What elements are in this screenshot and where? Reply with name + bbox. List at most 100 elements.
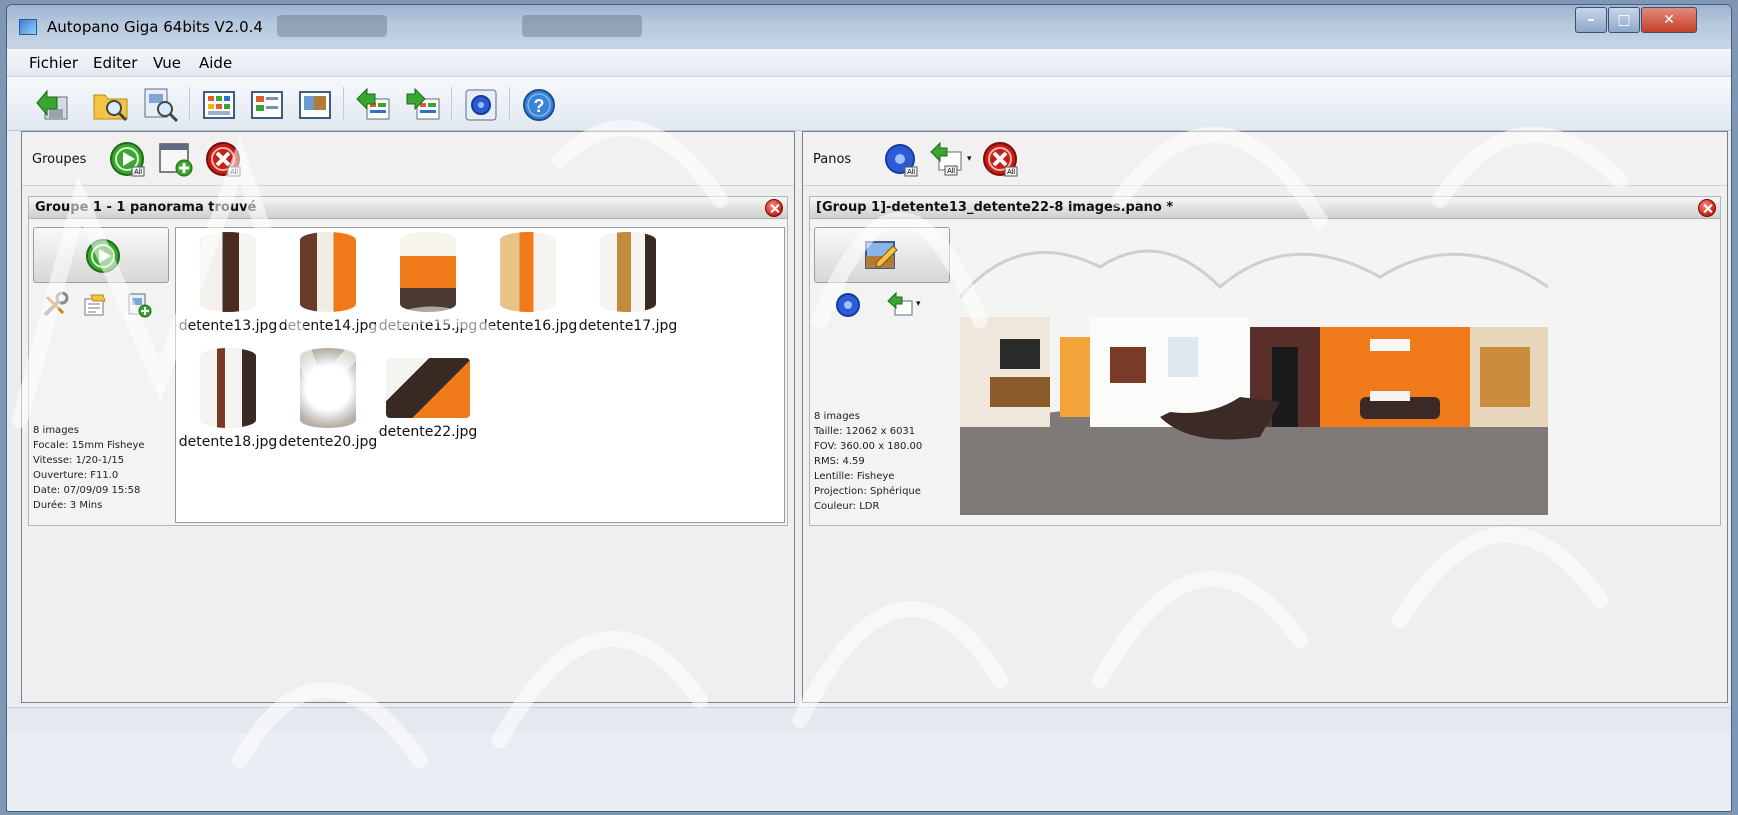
- export-icon[interactable]: [886, 291, 914, 319]
- image-filename: detente18.jpg: [178, 434, 278, 450]
- add-images-icon[interactable]: [125, 291, 153, 319]
- layout-preview-icon[interactable]: [295, 85, 335, 125]
- app-icon: [19, 19, 37, 35]
- info-line: Vitesse: 1/20-1/15: [33, 455, 125, 466]
- image-filename: detente15.jpg: [378, 318, 478, 334]
- import-icon[interactable]: [403, 85, 443, 125]
- delete-all-panos-button[interactable]: All: [981, 140, 1019, 178]
- open-folder-icon[interactable]: [91, 85, 131, 125]
- pano-title: [Group 1]-detente13_detente22-8 images.p…: [816, 200, 1174, 215]
- save-icon[interactable]: [33, 85, 73, 125]
- info-line: 8 images: [814, 411, 860, 422]
- play-icon: [86, 239, 120, 273]
- toolbar-separator: [189, 87, 190, 121]
- export-all-button[interactable]: All: [927, 140, 965, 178]
- panos-panel: Panos All All ▾ All [Group 1]-detente13_…: [802, 131, 1728, 703]
- svg-text:?: ?: [534, 96, 545, 116]
- dropdown-arrow-icon[interactable]: ▾: [967, 154, 972, 164]
- minimize-button[interactable]: –: [1575, 7, 1607, 33]
- image-filename: detente20.jpg: [278, 434, 378, 450]
- image-filename: detente22.jpg: [378, 424, 478, 440]
- svg-text:All: All: [1007, 169, 1015, 176]
- svg-text:All: All: [907, 169, 915, 176]
- app-window: Autopano Giga 64bits V2.0.4 – □ ✕ Fichie…: [6, 4, 1732, 812]
- image-filename: detente16.jpg: [478, 318, 578, 334]
- settings-tools-icon[interactable]: [41, 291, 69, 319]
- panos-panel-header: Panos All All ▾ All: [803, 132, 1727, 186]
- toolbar-separator: [451, 87, 452, 121]
- close-group-icon[interactable]: [765, 199, 783, 217]
- image-thumbnail[interactable]: detente15.jpg: [378, 232, 478, 334]
- group-header: Groupe 1 - 1 panorama trouvé: [29, 197, 787, 219]
- toolbar: ?: [7, 77, 1731, 131]
- info-line: Durée: 3 Mins: [33, 500, 103, 511]
- export-icon[interactable]: [353, 85, 393, 125]
- image-filename: detente17.jpg: [578, 318, 678, 334]
- background-tab: [277, 15, 387, 37]
- groups-panel-header: Groupes All All: [22, 132, 794, 186]
- image-thumbnail[interactable]: detente13.jpg: [178, 232, 278, 334]
- render-icon[interactable]: [834, 291, 862, 319]
- edit-panorama-icon: [865, 241, 898, 269]
- info-line: Couleur: LDR: [814, 501, 880, 512]
- image-filename: detente13.jpg: [178, 318, 278, 334]
- info-line: RMS: 4.59: [814, 456, 865, 467]
- image-thumbnail[interactable]: detente22.jpg: [378, 348, 478, 440]
- toolbar-separator: [509, 87, 510, 121]
- toolbar-separator: [343, 87, 344, 121]
- delete-all-groups-button[interactable]: All: [204, 140, 242, 178]
- info-line: Ouverture: F11.0: [33, 470, 119, 481]
- search-images-icon[interactable]: [141, 85, 181, 125]
- add-group-button[interactable]: [156, 140, 194, 178]
- menu-vue[interactable]: Vue: [153, 54, 181, 72]
- info-line: Date: 07/09/09 15:58: [33, 485, 141, 496]
- render-all-button[interactable]: All: [881, 140, 919, 178]
- status-bar: [7, 707, 1731, 733]
- panorama-preview[interactable]: [960, 227, 1548, 515]
- layout-list-icon[interactable]: [247, 85, 287, 125]
- svg-text:All: All: [230, 169, 238, 176]
- group-title: Groupe 1 - 1 panorama trouvé: [35, 200, 257, 215]
- info-line: Projection: Sphérique: [814, 486, 921, 497]
- info-line: Lentille: Fisheye: [814, 471, 895, 482]
- info-line: 8 images: [33, 425, 79, 436]
- window-title: Autopano Giga 64bits V2.0.4: [47, 18, 263, 36]
- image-thumbnail[interactable]: detente16.jpg: [478, 232, 578, 334]
- svg-text:All: All: [947, 168, 955, 175]
- pano-header: [Group 1]-detente13_detente22-8 images.p…: [810, 197, 1720, 219]
- menu-bar: Fichier Editer Vue Aide: [7, 49, 1731, 77]
- menu-fichier[interactable]: Fichier: [29, 54, 78, 72]
- svg-text:All: All: [134, 169, 142, 176]
- layout-grid-icon[interactable]: [199, 85, 239, 125]
- close-window-button[interactable]: ✕: [1641, 7, 1697, 33]
- groups-panel: Groupes All All Groupe 1 - 1 panorama tr…: [21, 131, 795, 703]
- group-box: Groupe 1 - 1 panorama trouvé 8 images Fo…: [28, 196, 788, 526]
- image-thumbnail[interactable]: detente14.jpg: [278, 232, 378, 334]
- detect-all-button[interactable]: All: [108, 140, 146, 178]
- image-thumbnail[interactable]: detente18.jpg: [178, 348, 278, 450]
- background-tab: [522, 15, 642, 37]
- detect-group-button[interactable]: [33, 227, 169, 283]
- info-line: Taille: 12062 x 6031: [814, 426, 916, 437]
- render-icon[interactable]: [461, 85, 501, 125]
- group-info: 8 images Focale: 15mm Fisheye Vitesse: 1…: [33, 423, 145, 513]
- menu-aide[interactable]: Aide: [199, 54, 232, 72]
- maximize-button[interactable]: □: [1608, 7, 1640, 33]
- image-filename: detente14.jpg: [278, 318, 378, 334]
- edit-pano-button[interactable]: [814, 227, 950, 283]
- title-bar[interactable]: Autopano Giga 64bits V2.0.4 – □ ✕: [7, 5, 1731, 49]
- groups-panel-title: Groupes: [32, 152, 87, 167]
- dropdown-arrow-icon[interactable]: ▾: [916, 299, 921, 309]
- info-line: FOV: 360.00 x 180.00: [814, 441, 923, 452]
- image-thumbnail[interactable]: detente17.jpg: [578, 232, 678, 334]
- pano-info: 8 images Taille: 12062 x 6031 FOV: 360.0…: [814, 409, 922, 514]
- info-line: Focale: 15mm Fisheye: [33, 440, 145, 451]
- pano-box: [Group 1]-detente13_detente22-8 images.p…: [809, 196, 1721, 526]
- image-thumbnails-area: detente13.jpg detente14.jpg detente15.jp…: [175, 227, 785, 523]
- image-thumbnail[interactable]: detente20.jpg: [278, 348, 378, 450]
- edit-properties-icon[interactable]: [81, 291, 109, 319]
- help-icon[interactable]: ?: [519, 85, 559, 125]
- close-pano-icon[interactable]: [1698, 199, 1716, 217]
- panos-panel-title: Panos: [813, 152, 852, 167]
- menu-editer[interactable]: Editer: [93, 54, 137, 72]
